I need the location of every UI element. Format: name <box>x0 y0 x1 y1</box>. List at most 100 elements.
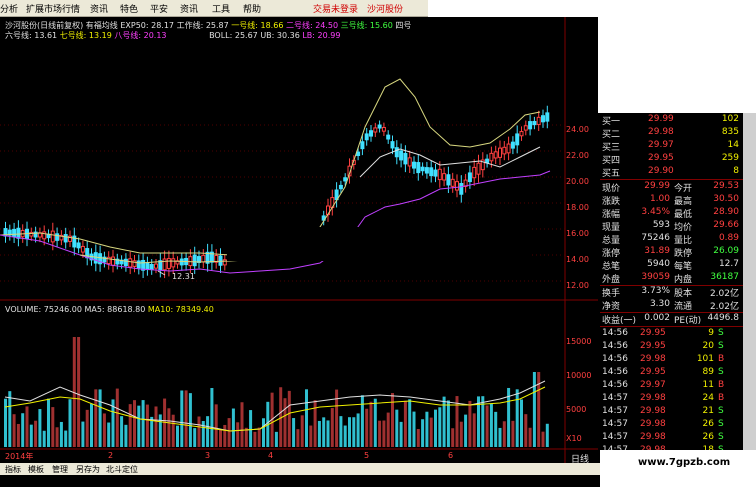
candle-body <box>149 264 154 270</box>
tick-row: 14:56 29.97 11 B <box>602 380 725 390</box>
volume-bar <box>386 412 390 447</box>
candle-body <box>136 260 141 269</box>
volume-bar <box>219 429 222 447</box>
volume-bar <box>188 393 192 447</box>
candle-body <box>467 172 472 183</box>
volume-bar <box>145 404 149 447</box>
bid-row: 买三 29.97 14 <box>602 140 739 153</box>
volume-bar <box>317 420 321 447</box>
volume-bar <box>231 408 235 447</box>
candle-body <box>519 131 524 137</box>
candle-body <box>485 158 490 164</box>
candle-body <box>50 230 55 243</box>
volume-bar <box>253 431 257 447</box>
volume-bar <box>12 414 16 447</box>
menu-analysis[interactable]: 分析 <box>0 2 18 15</box>
tick-row: 14:57 29.98 26 S <box>602 432 724 442</box>
stock-name-label: 沙河股份 <box>367 5 404 15</box>
candle-body <box>489 152 494 162</box>
candle-body <box>412 161 416 169</box>
volume-bar <box>64 430 68 447</box>
menu-bar: 分析 扩展市场行情 资讯 特色 平安 资讯 工具 帮助 交易未登录 沙河股份 <box>0 0 430 17</box>
bid-row: 买二 29.98 835 <box>602 127 739 140</box>
volume-bar <box>227 418 231 447</box>
volume-bar <box>369 401 373 447</box>
candle-body <box>429 167 434 177</box>
menu-news[interactable]: 资讯 <box>180 2 198 15</box>
volume-bar <box>330 408 334 447</box>
volume-bar <box>137 405 141 447</box>
volume-bar <box>124 424 128 447</box>
redaction-box <box>227 227 529 261</box>
watermark-box: www.7gpzb.com <box>600 450 756 487</box>
volume-bar <box>102 413 106 447</box>
candle-body <box>515 133 520 146</box>
candle-body <box>128 258 133 268</box>
menu-tools[interactable]: 工具 <box>212 2 230 15</box>
volume-bar <box>446 400 450 447</box>
volume-bar <box>38 409 42 447</box>
tab-template[interactable]: 模板 <box>28 464 44 475</box>
volume-bar <box>421 419 425 447</box>
volume-bar <box>180 390 184 447</box>
candle-body <box>502 146 507 155</box>
candle-body <box>442 173 447 181</box>
volume-bar <box>339 416 343 447</box>
tab-indicator[interactable]: 指标 <box>5 464 21 475</box>
volume-bar <box>356 413 360 447</box>
volume-bar <box>528 427 532 447</box>
tab-beidou-locate[interactable]: 北斗定位 <box>106 464 138 475</box>
candle-body <box>145 262 150 270</box>
volume-bar <box>494 411 498 447</box>
tab-save-as[interactable]: 另存为 <box>76 464 100 475</box>
volume-bar <box>240 402 244 447</box>
candle-body <box>506 143 511 154</box>
volume-bar <box>502 421 506 447</box>
volume-bar <box>176 425 179 447</box>
volume-bar <box>352 417 356 447</box>
volume-bar <box>51 407 55 447</box>
quote-row: 收益(一) 0.002 PE(动) 4496.8 <box>602 313 739 326</box>
volume-bar <box>391 393 394 447</box>
volume-bar <box>408 399 412 447</box>
candle-body <box>450 178 455 187</box>
scrollbar[interactable] <box>743 113 756 450</box>
volume-bar <box>434 409 437 447</box>
volume-bar <box>42 430 46 447</box>
volume-bar <box>403 400 407 447</box>
volume-bar <box>305 389 308 447</box>
candle-body <box>472 166 477 179</box>
tab-manage[interactable]: 管理 <box>52 464 68 475</box>
volume-bar <box>429 417 433 447</box>
candle-body <box>498 147 502 158</box>
volume-bar <box>90 403 93 447</box>
tick-row: 14:57 29.98 26 S <box>602 419 724 429</box>
candle-body <box>381 126 386 132</box>
volume-bar <box>68 399 72 447</box>
quote-row: 涨停 31.89 跌停 26.09 <box>602 246 739 259</box>
menu-info[interactable]: 资讯 <box>90 2 108 15</box>
menu-extended-market[interactable]: 扩展市场行情 <box>26 2 80 15</box>
volume-bar <box>223 424 227 447</box>
volume-bar <box>154 406 158 447</box>
menu-pingan[interactable]: 平安 <box>150 2 168 15</box>
volume-bar <box>451 428 455 447</box>
candle-body <box>360 141 365 150</box>
volume-bar <box>399 421 403 447</box>
candle-body <box>455 181 459 191</box>
candle-body <box>123 258 128 267</box>
volume-bar <box>300 415 304 447</box>
candle-body <box>356 151 361 157</box>
volume-bar <box>21 413 25 447</box>
candle-body <box>437 168 442 181</box>
volume-bar <box>373 398 377 447</box>
trade-login-status[interactable]: 交易未登录 <box>313 2 358 15</box>
volume-bar <box>128 404 132 447</box>
volume-bar <box>524 414 528 447</box>
volume-bar <box>292 418 296 447</box>
volume-bar <box>472 413 476 447</box>
menu-features[interactable]: 特色 <box>120 2 138 15</box>
menu-help[interactable]: 帮助 <box>243 2 261 15</box>
candle-body <box>154 263 158 269</box>
volume-bar <box>438 407 442 447</box>
